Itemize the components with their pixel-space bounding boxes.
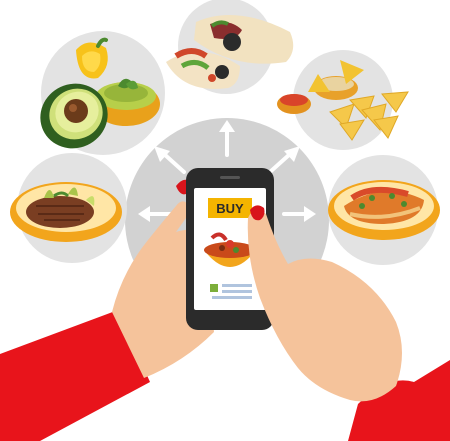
- food-delivery-illustration: BUY: [0, 0, 450, 441]
- text-line: [222, 284, 252, 287]
- steak-plate-dish-icon: [10, 182, 122, 242]
- buy-button-label: BUY: [216, 201, 244, 216]
- text-line: [212, 296, 252, 299]
- text-line: [222, 290, 252, 293]
- product-thumbnail: [210, 284, 218, 292]
- enchiladas-plate-dish-icon: [328, 180, 440, 240]
